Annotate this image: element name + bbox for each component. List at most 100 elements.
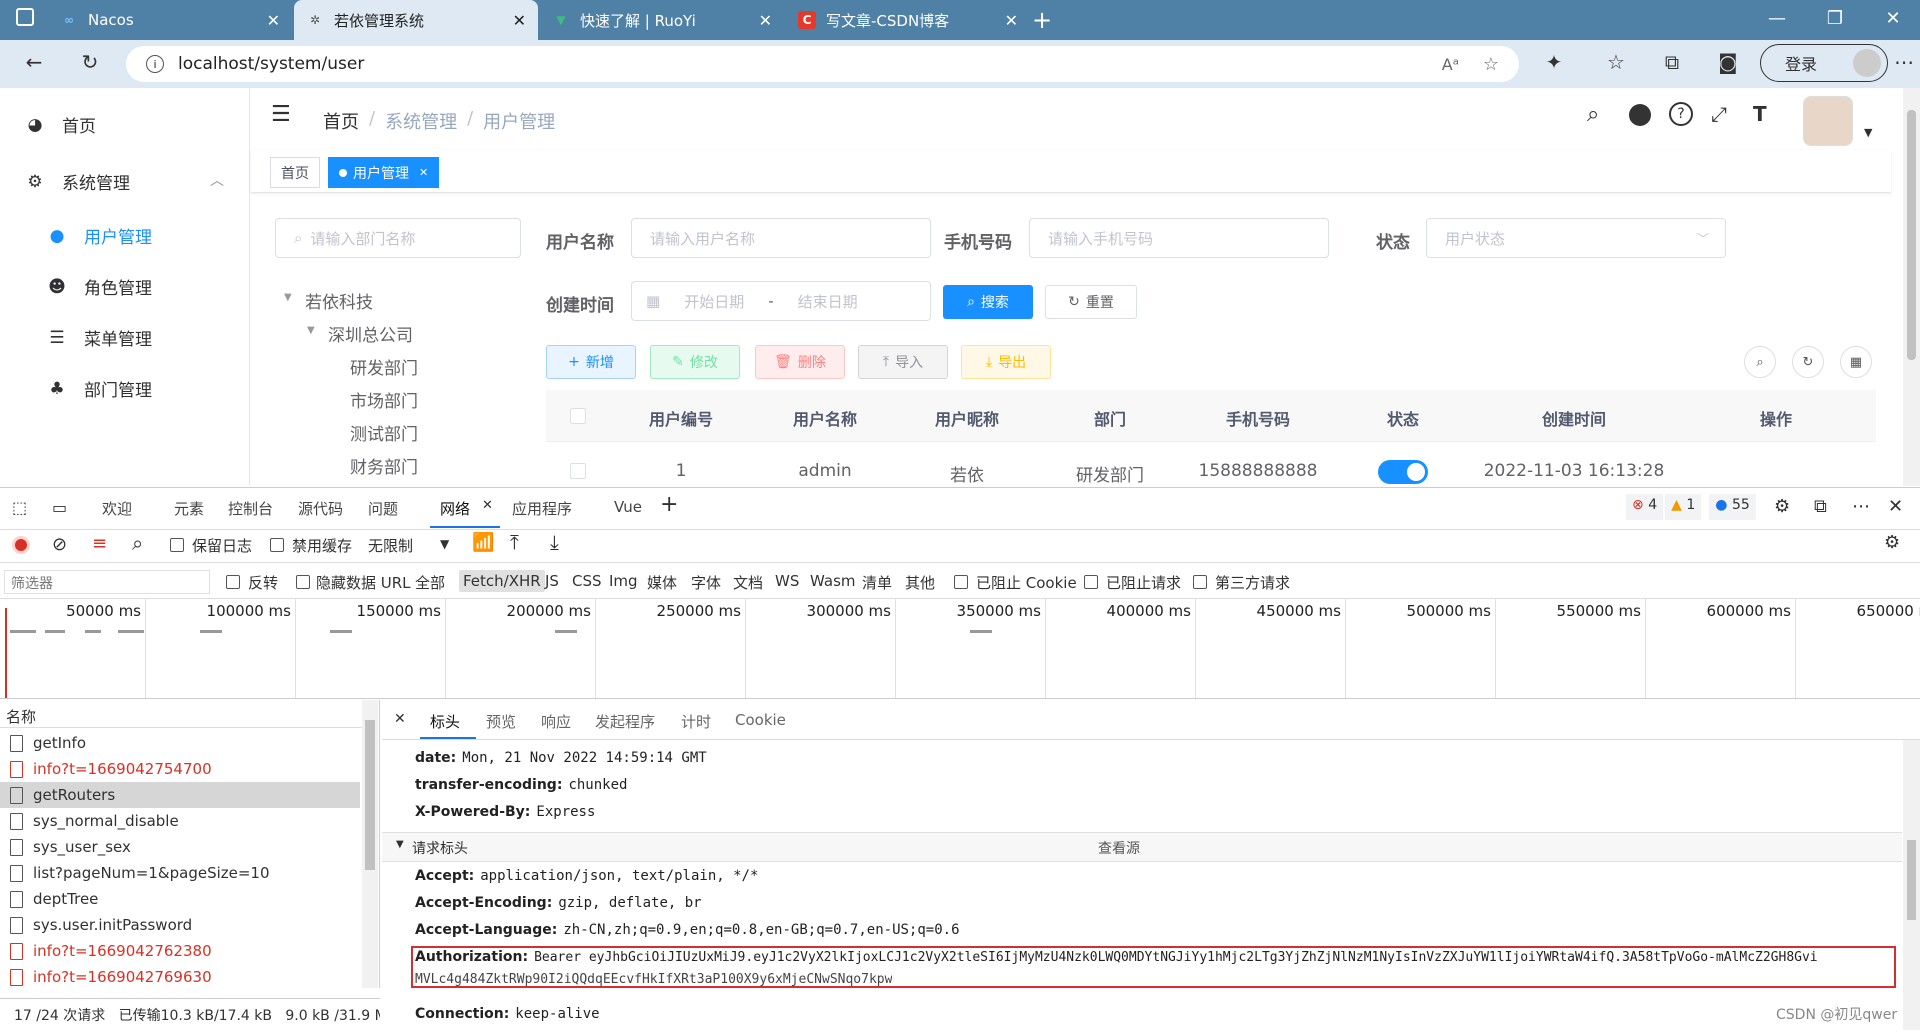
scrollbar-thumb[interactable] [365, 720, 375, 870]
tab-issues[interactable]: 问题 [368, 498, 398, 519]
clear-icon[interactable]: ⊘ [52, 534, 67, 555]
request-scrollbar[interactable] [362, 700, 378, 988]
third-party-checkbox[interactable] [1193, 575, 1207, 589]
timeline-overview[interactable]: 50000 ms 100000 ms 150000 ms 200000 ms 25000… [0, 598, 1920, 698]
fullscreen-icon[interactable]: ⤢ [1711, 102, 1727, 126]
close-icon[interactable]: ✕ [267, 11, 280, 30]
request-row[interactable]: info?t=1669042769630 [10, 964, 360, 990]
filter-type-other[interactable]: 其他 [905, 572, 935, 593]
sidebar-item-system[interactable]: ⚙ 系统管理 [24, 169, 130, 195]
panel-tab-cookie[interactable]: Cookie [735, 711, 786, 729]
panel-tab-preview[interactable]: 预览 [486, 711, 516, 732]
phone-input[interactable]: 请输入手机号码 [1029, 218, 1329, 258]
invert-checkbox[interactable] [226, 575, 240, 589]
close-icon[interactable]: ✕ [1888, 496, 1903, 517]
request-headers-section[interactable]: ▼ 请求标头 查看源 [382, 832, 1902, 862]
panel-tab-initiator[interactable]: 发起程序 [595, 711, 655, 732]
blocked-requests-checkbox[interactable] [1084, 575, 1098, 589]
toggle-search-button[interactable]: ⌕ [1744, 346, 1776, 378]
extensions-icon[interactable]: ✦ [1540, 50, 1568, 74]
tab-console[interactable]: 控制台 [228, 498, 273, 519]
start-date-placeholder[interactable]: 开始日期 [684, 291, 744, 312]
favorite-add-icon[interactable]: ☆ [1483, 54, 1499, 75]
minimize-icon[interactable]: — [1762, 8, 1792, 29]
filter-type-font[interactable]: 字体 [691, 572, 721, 593]
refresh-icon[interactable]: ↻ [76, 50, 104, 74]
view-source-link[interactable]: 查看源 [1098, 838, 1140, 858]
delete-button[interactable]: 🗑 删除 [755, 345, 845, 379]
caret-down-icon[interactable]: ▼ [284, 292, 292, 303]
question-icon[interactable]: ? [1669, 102, 1693, 126]
refresh-button[interactable]: ↻ [1792, 346, 1824, 378]
issue-counters[interactable]: ⊗ 4 ▲ 1 ● 55 [1626, 494, 1756, 520]
filter-type-wasm[interactable]: Wasm [810, 572, 856, 590]
filter-type-img[interactable]: Img [609, 572, 638, 590]
plus-icon[interactable]: + [660, 492, 678, 517]
import-button[interactable]: ⤒ 导入 [858, 345, 948, 379]
status-switch[interactable] [1378, 460, 1428, 484]
filter-type-media[interactable]: 媒体 [647, 572, 677, 593]
device-icon[interactable]: ▭ [52, 498, 67, 517]
filter-type-doc[interactable]: 文档 [733, 572, 763, 593]
tree-node-dept[interactable]: 财务部门 [350, 453, 418, 478]
sidebar-item-menus[interactable]: ☰ 菜单管理 [46, 325, 152, 351]
more-icon[interactable]: ⋯ [1852, 496, 1870, 517]
row-checkbox[interactable] [570, 463, 586, 479]
reset-button[interactable]: ↻ 重置 [1045, 285, 1137, 319]
tab-vue[interactable]: Vue [614, 498, 642, 516]
tree-node-dept[interactable]: 研发部门 [350, 354, 418, 379]
select-all-checkbox[interactable] [570, 408, 586, 424]
status-select[interactable]: 用户状态 ﹀ [1426, 218, 1726, 258]
page-scrollbar[interactable] [1903, 88, 1920, 486]
breadcrumb-home[interactable]: 首页 [323, 108, 359, 134]
search-button[interactable]: ⌕ 搜索 [943, 285, 1033, 319]
dept-search-input[interactable]: ⌕ 请输入部门名称 [275, 218, 521, 258]
search-icon[interactable]: ⌕ [1587, 102, 1599, 127]
close-icon[interactable]: ✕ [482, 498, 493, 513]
record-icon[interactable] [12, 536, 30, 554]
sidebar-item-roles[interactable]: ☻ 角色管理 [46, 274, 152, 300]
end-date-placeholder[interactable]: 结束日期 [798, 291, 858, 312]
browser-tab-nacos[interactable]: ∞ Nacos ✕ [48, 0, 292, 40]
request-row[interactable]: info?t=1669042762380 [10, 938, 360, 964]
sidebar-item-users[interactable]: ● 用户管理 [46, 223, 152, 249]
info-icon[interactable]: i [146, 55, 164, 73]
filter-type-all[interactable]: 全部 [415, 572, 445, 593]
request-row[interactable]: info?t=1669042754700 [10, 756, 360, 782]
close-icon[interactable]: ✕ [419, 166, 428, 179]
tab-network[interactable]: 网络 [440, 498, 470, 519]
filter-type-css[interactable]: CSS [572, 572, 602, 590]
blocked-cookies-checkbox[interactable] [954, 575, 968, 589]
gear-icon[interactable]: ⚙ [1774, 496, 1790, 517]
inspect-icon[interactable]: ⬚ [12, 498, 27, 517]
close-icon[interactable]: ✕ [513, 11, 526, 30]
filter-type-ws[interactable]: WS [775, 572, 799, 590]
browser-tab-ruoyi[interactable]: ✲ 若依管理系统 ✕ [294, 0, 538, 40]
scrollbar-thumb[interactable] [1907, 110, 1916, 360]
filter-icon[interactable]: ≡ [92, 533, 107, 554]
hide-data-url-checkbox[interactable] [296, 575, 310, 589]
export-button[interactable]: ⤓ 导出 [961, 345, 1051, 379]
preserve-log-checkbox[interactable] [170, 538, 184, 552]
close-icon[interactable]: ✕ [759, 11, 772, 30]
date-range-picker[interactable]: ▦ 开始日期 - 结束日期 [631, 281, 931, 321]
hamburger-icon[interactable]: ☰ [271, 102, 291, 127]
tree-node-dept[interactable]: 市场部门 [350, 387, 418, 412]
tab-elements[interactable]: 元素 [174, 498, 204, 519]
share-icon[interactable]: ⧉ [1814, 496, 1827, 517]
caret-down-icon[interactable]: ▼ [440, 537, 449, 551]
tag-home[interactable]: 首页 [270, 157, 320, 188]
request-row[interactable]: deptTree [10, 886, 360, 912]
browser-tab-csdn[interactable]: C 写文章-CSDN博客 ✕ [786, 0, 1030, 40]
window-close-icon[interactable]: ✕ [1878, 8, 1908, 29]
tab-actions-icon[interactable] [16, 8, 34, 26]
tree-node-root[interactable]: 若依科技 [305, 288, 373, 313]
tab-welcome[interactable]: 欢迎 [102, 498, 132, 519]
upload-icon[interactable]: ⤒ [510, 530, 519, 554]
tab-sources[interactable]: 源代码 [298, 498, 343, 519]
request-row[interactable]: getInfo [10, 730, 360, 756]
search-icon[interactable]: ⌕ [132, 531, 143, 555]
tree-node-company[interactable]: 深圳总公司 [328, 321, 413, 346]
tag-users[interactable]: 用户管理 ✕ [328, 157, 440, 188]
restore-icon[interactable]: ❐ [1820, 8, 1850, 29]
